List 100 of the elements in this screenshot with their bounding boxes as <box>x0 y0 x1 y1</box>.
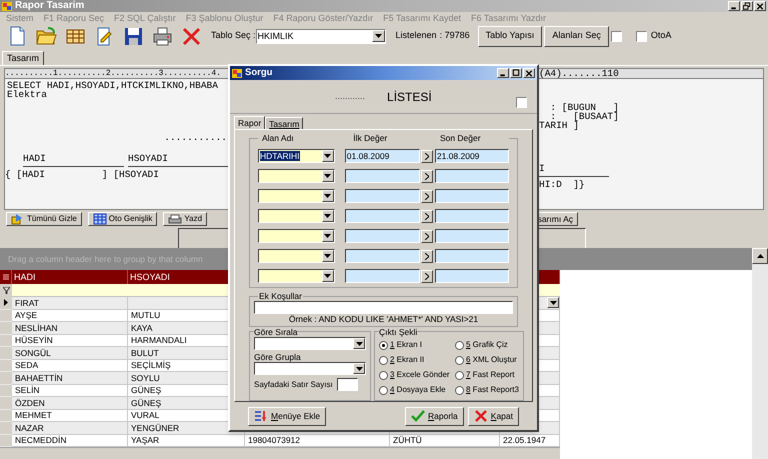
band-heading: HADI <box>23 154 124 167</box>
column-label: İlk Değer <box>349 133 436 143</box>
tab[interactable]: Tasarım <box>265 117 304 129</box>
radio-option[interactable]: 8 Fast Report3 <box>455 384 519 396</box>
table-cell: ZÜHTÜ <box>390 434 500 447</box>
last-value-field[interactable] <box>434 189 509 203</box>
first-value-field[interactable] <box>344 269 420 283</box>
radio-option[interactable]: 5 Grafik Çiz <box>455 339 519 351</box>
example-text: Örnek : AND KODU LIKE 'AHMET*' AND YASI>21 <box>288 314 478 325</box>
table-cell: SELİN <box>12 384 128 397</box>
radio-option[interactable]: 3 Excele Gönder <box>379 369 455 381</box>
filter-icon[interactable] <box>0 284 12 297</box>
table-cell: MEHMET <box>12 410 128 422</box>
dialog-button[interactable]: Raporla <box>405 406 464 426</box>
table-cell: NECMEDDİN <box>12 434 128 447</box>
toolbar-button[interactable]: Oto Genişlik <box>88 212 158 226</box>
grid-icon <box>92 213 107 225</box>
radio-option[interactable]: 1 Ekran I <box>379 339 455 351</box>
table-cell: NESLİHAN <box>12 322 128 334</box>
field-select[interactable] <box>258 209 335 223</box>
field-select[interactable] <box>258 249 335 263</box>
column-header[interactable]: HADI <box>12 270 128 284</box>
scrollbar[interactable] <box>752 248 768 459</box>
field-select[interactable] <box>258 189 335 203</box>
table-cell: ÖZDEN <box>12 397 128 410</box>
band-fields: { [HADI ] [HSOYADI <box>5 170 159 179</box>
tab[interactable]: Tasarım <box>2 51 44 65</box>
table-cell: SONGÜL <box>12 347 128 360</box>
last-value-field[interactable] <box>434 269 509 283</box>
column-chooser-icon[interactable] <box>0 270 12 284</box>
count-value: : 79786 <box>440 29 470 42</box>
checkmark-icon <box>411 409 425 423</box>
query-text: Elektra <box>7 90 47 99</box>
maximize-icon[interactable] <box>510 68 522 78</box>
radio-option[interactable]: 6 XML Oluştur <box>455 354 519 366</box>
minimize-icon[interactable] <box>497 68 509 78</box>
field-label: Göre Grupla <box>254 352 301 362</box>
dotted-text: ........... <box>164 133 227 142</box>
open-folder-icon[interactable] <box>36 26 57 46</box>
printer-icon[interactable] <box>152 26 173 46</box>
group-select[interactable] <box>254 362 366 375</box>
first-value-field[interactable] <box>344 169 420 183</box>
table-select[interactable]: HKIMLIK <box>256 28 386 44</box>
band-fields: HI:D ]} <box>539 180 585 189</box>
checkbox-label: OtoA <box>650 29 672 42</box>
sort-select[interactable] <box>254 337 366 350</box>
last-value-field[interactable] <box>434 249 509 263</box>
maximize-icon[interactable] <box>741 1 753 11</box>
first-value-field[interactable] <box>344 209 420 223</box>
checkbox[interactable] <box>516 97 527 108</box>
first-value-field[interactable]: 01.08.2009 <box>344 149 420 163</box>
field-select[interactable] <box>258 229 335 243</box>
table-cell: 22.05.1947 <box>500 434 560 447</box>
table-cell: YAŞAR <box>128 434 245 447</box>
app-icon[interactable] <box>2 2 12 10</box>
table-cell: HÜSEYİN <box>12 334 128 347</box>
table-cell: SEDA <box>12 360 128 372</box>
close-icon <box>474 409 488 423</box>
toolbar-button[interactable]: Yazd <box>163 212 208 226</box>
toolbar-button[interactable]: Tümünü Gizle <box>6 212 82 226</box>
field-select[interactable]: HDTARIHI <box>258 149 335 163</box>
last-value-field[interactable]: 21.08.2009 <box>434 149 509 163</box>
field-select[interactable] <box>258 269 335 283</box>
report-title: LİSTESİ <box>387 88 432 106</box>
last-value-field[interactable] <box>434 229 509 243</box>
ruler: ..........1..........2..........3..........4. <box>5 69 229 79</box>
ruler: (A4).......110 <box>539 69 763 79</box>
table-cell: FIRAT <box>12 297 128 310</box>
report-field: : [BUSAAT] <box>539 112 619 121</box>
last-value-field[interactable] <box>434 209 509 223</box>
last-value-field[interactable] <box>434 169 509 183</box>
radio-option[interactable]: 7 Fast Report <box>455 369 519 381</box>
checkbox[interactable] <box>636 30 647 42</box>
count-label: Listelenen <box>396 29 437 42</box>
radio-option[interactable]: 4 Dosyaya Ekle <box>379 384 455 396</box>
first-value-field[interactable] <box>344 229 420 243</box>
first-value-field[interactable] <box>344 189 420 203</box>
scroll-up-icon[interactable] <box>752 248 768 264</box>
table-cell: AYŞE <box>12 310 128 322</box>
query-text: SELECT HADI,HSOYADI,HTCKIMLIKNO,HBABA <box>7 81 218 90</box>
column-label: Alan Adı <box>258 133 350 143</box>
field-select[interactable] <box>258 169 335 183</box>
tab[interactable]: Rapor <box>234 116 266 129</box>
save-icon[interactable] <box>123 26 144 46</box>
dialog-button[interactable]: Kapat <box>468 406 519 426</box>
conditions-field[interactable] <box>254 301 513 314</box>
checkbox[interactable] <box>610 30 622 42</box>
dialog-button[interactable]: Menüye Ekle <box>248 406 326 426</box>
group-label: Ek Koşullar <box>258 291 303 301</box>
radio-option[interactable]: 2 Ekran II <box>379 354 455 366</box>
field-label: Göre Sırala <box>254 327 298 337</box>
minimize-icon[interactable] <box>728 1 740 11</box>
field-label: Sayfadaki Satır Sayısı <box>254 378 333 390</box>
menu-add-icon <box>254 409 268 423</box>
rows-per-page-field[interactable] <box>336 378 358 391</box>
app-icon[interactable] <box>232 68 242 78</box>
toolbar-button[interactable]: Tablo Yapısı <box>478 26 542 46</box>
current-row-icon[interactable] <box>0 297 12 310</box>
toolbar-button[interactable]: Alanları Seç <box>544 26 609 46</box>
first-value-field[interactable] <box>344 249 420 263</box>
